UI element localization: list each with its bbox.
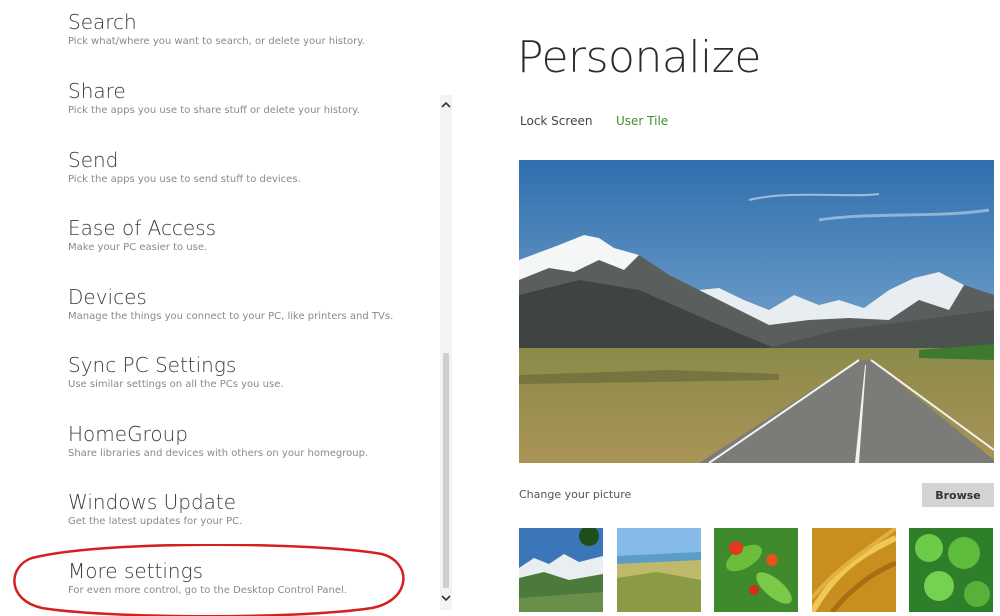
settings-item-homegroup[interactable]: HomeGroup Share libraries and devices wi…	[68, 422, 428, 459]
settings-item-windows-update[interactable]: Windows Update Get the latest updates fo…	[68, 490, 428, 527]
settings-item-description: Get the latest updates for your PC.	[68, 516, 243, 527]
lock-screen-preview-image	[519, 160, 994, 463]
settings-item-search[interactable]: Search Pick what/where you want to searc…	[68, 10, 428, 47]
settings-item-description: Pick what/where you want to search, or d…	[68, 36, 365, 47]
settings-item-title: Windows Update	[68, 490, 237, 514]
page-title: Personalize	[517, 32, 761, 83]
thumbnail-grassland[interactable]	[617, 528, 701, 612]
settings-item-title: Ease of Access	[68, 216, 217, 240]
chevron-up-icon[interactable]	[440, 97, 452, 117]
thumbnail-red-flowers[interactable]	[714, 528, 798, 612]
settings-item-ease-of-access[interactable]: Ease of Access Make your PC easier to us…	[68, 216, 428, 253]
settings-categories-list: Search Pick what/where you want to searc…	[0, 0, 470, 616]
settings-item-title: Search	[68, 10, 137, 34]
settings-item-title: More settings	[68, 559, 203, 583]
settings-item-title: Share	[68, 79, 126, 103]
thumbnail-mountain-valley[interactable]	[519, 528, 603, 612]
tab-user-tile[interactable]: User Tile	[616, 114, 668, 128]
settings-item-description: Use similar settings on all the PCs you …	[68, 379, 284, 390]
settings-item-send[interactable]: Send Pick the apps you use to send stuff…	[68, 148, 428, 185]
settings-item-sync-pc-settings[interactable]: Sync PC Settings Use similar settings on…	[68, 353, 428, 390]
settings-item-title: HomeGroup	[68, 422, 188, 446]
thumbnail-golden-grass[interactable]	[812, 528, 896, 612]
tab-lock-screen[interactable]: Lock Screen	[520, 114, 592, 128]
settings-item-description: Pick the apps you use to share stuff or …	[68, 105, 360, 116]
settings-item-description: Make your PC easier to use.	[68, 242, 208, 253]
settings-item-devices[interactable]: Devices Manage the things you connect to…	[68, 285, 428, 322]
settings-item-title: Send	[68, 148, 119, 172]
settings-item-description: Share libraries and devices with others …	[68, 448, 369, 459]
scrollbar-thumb[interactable]	[443, 353, 449, 588]
settings-item-title: Devices	[68, 285, 147, 309]
settings-item-description: Pick the apps you use to send stuff to d…	[68, 174, 301, 185]
scrollbar[interactable]	[440, 95, 452, 610]
browse-button[interactable]: Browse	[922, 483, 994, 507]
settings-item-more-settings[interactable]: More settings For even more control, go …	[68, 559, 428, 596]
settings-item-description: Manage the things you connect to your PC…	[68, 311, 394, 322]
settings-item-description: For even more control, go to the Desktop…	[68, 585, 347, 596]
change-picture-label: Change your picture	[519, 488, 632, 501]
settings-item-title: Sync PC Settings	[68, 353, 237, 377]
thumbnail-green-clover[interactable]	[909, 528, 993, 612]
chevron-down-icon[interactable]	[440, 590, 452, 610]
settings-item-share[interactable]: Share Pick the apps you use to share stu…	[68, 79, 428, 116]
